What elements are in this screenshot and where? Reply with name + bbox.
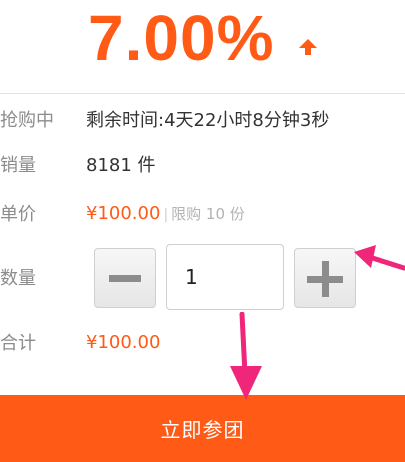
divider bbox=[0, 93, 405, 94]
countdown-value: 剩余时间:4天22小时8分钟3秒 bbox=[86, 110, 330, 131]
purchase-limit: 限购 10 份 bbox=[171, 204, 245, 223]
countdown-row: 抢购中 剩余时间:4天22小时8分钟3秒 bbox=[0, 104, 405, 134]
total-value: ¥100.00 bbox=[86, 331, 161, 353]
join-group-label: 立即参团 bbox=[160, 418, 245, 442]
minus-icon bbox=[109, 275, 141, 282]
rate-value: 7.00% bbox=[88, 2, 275, 74]
sales-value: 8181 件 bbox=[86, 155, 156, 176]
pointer-arrow-icon bbox=[230, 312, 262, 400]
unit-price-value: ¥100.00 bbox=[86, 202, 161, 224]
join-group-button[interactable]: 立即参团 bbox=[0, 395, 405, 462]
countdown-label: 抢购中 bbox=[0, 110, 54, 131]
quantity-increase-button[interactable] bbox=[294, 248, 356, 308]
rate-display: 7.00% bbox=[88, 0, 274, 76]
total-row: 合计 ¥100.00 bbox=[0, 327, 405, 357]
sales-row: 销量 8181 件 bbox=[0, 149, 405, 179]
price-separator: | bbox=[163, 206, 169, 223]
unit-price-label: 单价 bbox=[0, 204, 36, 225]
unit-price-row: 单价 ¥100.00 | 限购 10 份 bbox=[0, 198, 405, 228]
quantity-row: 数量 bbox=[0, 262, 90, 292]
total-label: 合计 bbox=[0, 333, 36, 354]
quantity-decrease-button[interactable] bbox=[94, 248, 156, 308]
unit-price-group: ¥100.00 | 限购 10 份 bbox=[86, 203, 245, 224]
arrow-up-icon bbox=[299, 39, 317, 55]
quantity-input[interactable] bbox=[166, 244, 284, 310]
sales-label: 销量 bbox=[0, 155, 36, 176]
quantity-label: 数量 bbox=[0, 268, 36, 289]
pointer-arrow-icon bbox=[354, 245, 405, 271]
